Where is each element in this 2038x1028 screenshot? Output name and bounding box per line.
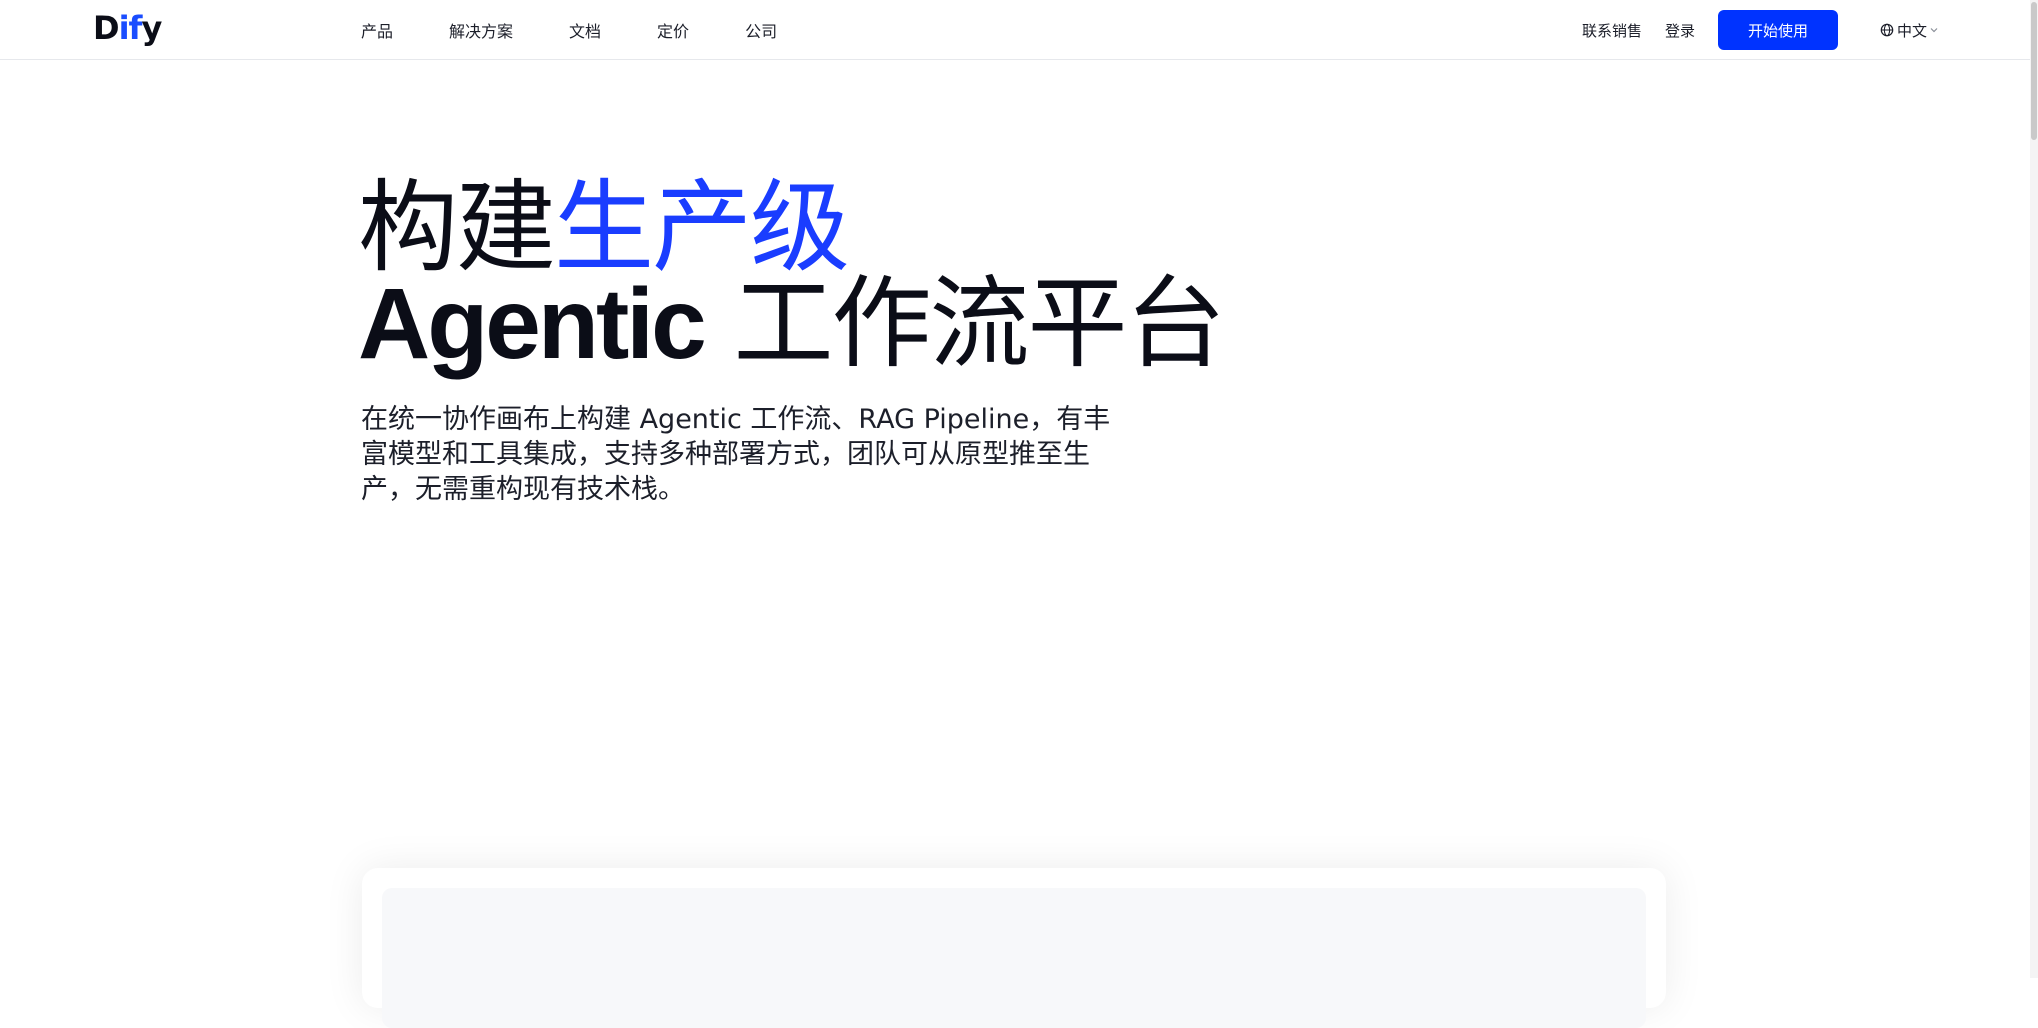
header-actions: 联系销售 登录 开始使用 中文 (1582, 0, 1939, 60)
hero-title-agentic: Agentic (358, 268, 707, 380)
login-link[interactable]: 登录 (1665, 20, 1695, 41)
dify-logo[interactable]: Dify (93, 9, 162, 47)
top-navigation-bar: Dify 产品 解决方案 文档 定价 公司 联系销售 登录 开始使用 中文 (0, 0, 2030, 60)
nav-item-company[interactable]: 公司 (745, 18, 777, 42)
logo-text-accent: if (118, 9, 143, 47)
contact-sales-link[interactable]: 联系销售 (1582, 20, 1642, 41)
language-label: 中文 (1897, 21, 1928, 40)
nav-item-solutions[interactable]: 解决方案 (449, 18, 513, 42)
get-started-button[interactable]: 开始使用 (1718, 10, 1839, 50)
product-preview-card (362, 868, 1666, 1028)
hero-title-line-2: Agentic 工作流平台 (358, 274, 1225, 375)
nav-item-product[interactable]: 产品 (361, 18, 393, 42)
nav-item-docs[interactable]: 文档 (569, 18, 601, 42)
hero-title-line-1: 构建生产级 (358, 178, 1224, 278)
language-switcher[interactable]: 中文 (1880, 20, 1939, 41)
hero-title-rest: 工作流平台 (703, 265, 1225, 382)
logo-text-suffix: y (141, 9, 162, 47)
product-preview-canvas (382, 888, 1646, 1028)
globe-icon (1880, 23, 1894, 37)
chevron-down-icon (1930, 28, 1938, 33)
hero-title: 构建生产级 Agentic 工作流平台 (358, 178, 1225, 375)
logo-text-prefix: D (93, 9, 120, 47)
hero-description: 在统一协作画布上构建 Agentic 工作流、RAG Pipeline，有丰富模… (361, 404, 1111, 505)
page-scrollbar[interactable] (2030, 0, 2038, 978)
scrollbar-thumb[interactable] (2031, 2, 2037, 140)
main-nav: 产品 解决方案 文档 定价 公司 (361, 0, 777, 60)
nav-item-pricing[interactable]: 定价 (657, 18, 689, 42)
